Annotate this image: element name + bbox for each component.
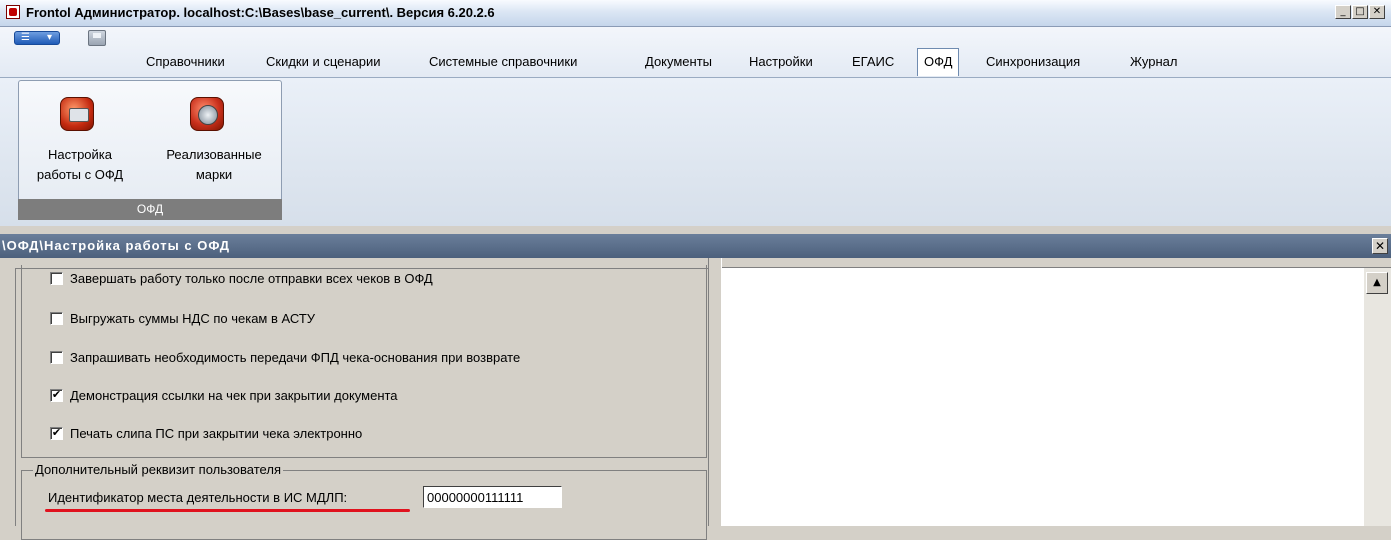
marks-label-line1: Реализованные — [166, 147, 262, 162]
app-menu-button[interactable]: ☰ ▾ — [14, 31, 60, 45]
marks-icon[interactable] — [190, 97, 224, 131]
document-title: \ОФД\Настройка работы с ОФД — [2, 238, 231, 253]
ribbon-group-label: ОФД — [18, 199, 282, 220]
close-icon[interactable]: ✕ — [1369, 5, 1385, 19]
mdlp-id-input[interactable] — [423, 486, 562, 508]
ofd-settings-label-line1: Настройка — [48, 147, 112, 162]
option-label: Выгружать суммы НДС по чекам в АСТУ — [70, 311, 316, 326]
document-header: \ОФД\Настройка работы с ОФД ✕ — [0, 234, 1391, 258]
menu-item-spravochniki[interactable]: Справочники — [146, 54, 225, 69]
menu-item-documents[interactable]: Документы — [645, 54, 712, 69]
title-bar: Frontol Администратор. localhost:C:\Base… — [0, 0, 1391, 27]
chevron-down-icon: ▾ — [47, 32, 53, 43]
save-icon[interactable] — [88, 30, 106, 46]
minimize-icon[interactable]: _ — [1335, 5, 1351, 19]
tab-ofd[interactable]: ОФД — [924, 54, 952, 69]
preview-panel — [722, 267, 1364, 526]
option-label: Запрашивать необходимость передачи ФПД ч… — [70, 350, 521, 365]
menu-item-egais[interactable]: ЕГАИС — [852, 54, 894, 69]
checkbox-checked[interactable]: ✔ — [50, 427, 63, 440]
menu-item-discounts[interactable]: Скидки и сценарии — [266, 54, 381, 69]
checkbox[interactable] — [50, 351, 63, 364]
user-requisite-legend: Дополнительный реквизит пользователя — [33, 462, 283, 477]
option-label: Завершать работу только после отправки в… — [70, 271, 433, 286]
menu-item-sync[interactable]: Синхронизация — [986, 54, 1080, 69]
close-icon[interactable]: ✕ — [1372, 238, 1388, 254]
ofd-settings-button[interactable]: Настройка работы с ОФД — [20, 145, 140, 185]
ofd-settings-icon[interactable] — [60, 97, 94, 131]
checkbox-checked[interactable]: ✔ — [50, 389, 63, 402]
option-label: Печать слипа ПС при закрытии чека электр… — [70, 426, 363, 441]
mdlp-id-label: Идентификатор места деятельности в ИС МД… — [48, 490, 348, 505]
panel-splitter[interactable] — [708, 258, 722, 526]
highlight-underline — [45, 509, 410, 512]
marks-button[interactable]: Реализованные марки — [150, 145, 278, 185]
window-title: Frontol Администратор. localhost:C:\Base… — [26, 5, 495, 20]
maximize-icon[interactable]: □ — [1352, 5, 1368, 19]
checkbox[interactable] — [50, 272, 63, 285]
marks-label-line2: марки — [195, 167, 233, 182]
menu-item-system-directories[interactable]: Системные справочники — [429, 54, 577, 69]
ofd-settings-label-line2: работы с ОФД — [36, 167, 124, 182]
menu-item-journal[interactable]: Журнал — [1130, 54, 1177, 69]
scroll-up-icon[interactable]: ▲ — [1366, 272, 1388, 294]
user-requisite-group — [21, 470, 707, 540]
menu-bar — [0, 27, 1391, 77]
menu-lines-icon: ☰ — [21, 32, 30, 43]
option-label: Демонстрация ссылки на чек при закрытии … — [70, 388, 398, 403]
checkbox[interactable] — [50, 312, 63, 325]
app-icon — [6, 5, 20, 19]
vertical-scrollbar[interactable] — [1364, 267, 1391, 526]
menu-item-settings[interactable]: Настройки — [749, 54, 813, 69]
